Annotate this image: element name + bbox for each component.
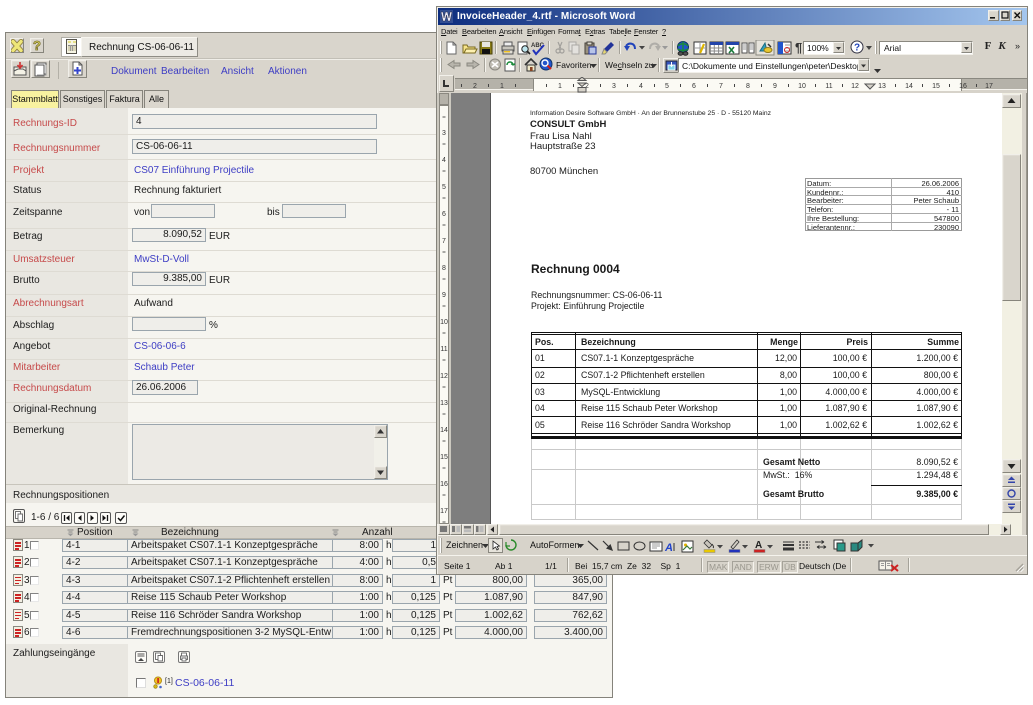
svg-text:A: A bbox=[664, 542, 673, 554]
svg-text:15: 15 bbox=[932, 83, 940, 90]
svg-text:1: 1 bbox=[500, 83, 504, 90]
svg-text:6: 6 bbox=[692, 83, 696, 90]
svg-text:12: 12 bbox=[851, 83, 859, 90]
svg-text:5: 5 bbox=[442, 184, 446, 191]
svg-text:15: 15 bbox=[440, 454, 448, 461]
svg-text:4: 4 bbox=[639, 83, 643, 90]
svg-text:16: 16 bbox=[440, 481, 448, 488]
svg-text:13: 13 bbox=[440, 400, 448, 407]
svg-text:16: 16 bbox=[959, 83, 967, 90]
svg-text:9: 9 bbox=[442, 292, 446, 299]
svg-text:2: 2 bbox=[473, 83, 477, 90]
svg-text:14: 14 bbox=[905, 83, 913, 90]
svg-text:3: 3 bbox=[442, 130, 446, 137]
svg-text:13: 13 bbox=[878, 83, 886, 90]
svg-text:1: 1 bbox=[558, 83, 562, 90]
svg-text:6: 6 bbox=[442, 211, 446, 218]
svg-text:5: 5 bbox=[665, 83, 669, 90]
svg-text:?: ? bbox=[854, 43, 860, 54]
svg-text:14: 14 bbox=[440, 427, 448, 434]
svg-text:12: 12 bbox=[440, 373, 448, 380]
svg-text:¶: ¶ bbox=[795, 40, 802, 55]
svg-text:10: 10 bbox=[440, 319, 448, 326]
svg-text:3: 3 bbox=[612, 83, 616, 90]
svg-text:11: 11 bbox=[825, 83, 832, 90]
svg-text:17: 17 bbox=[440, 508, 448, 515]
svg-text:4: 4 bbox=[442, 157, 446, 164]
svg-text:8: 8 bbox=[746, 83, 750, 90]
svg-text:8: 8 bbox=[442, 265, 446, 272]
svg-text:7: 7 bbox=[719, 83, 723, 90]
svg-text:10: 10 bbox=[798, 83, 806, 90]
svg-text:7: 7 bbox=[442, 238, 446, 245]
svg-text:17: 17 bbox=[985, 83, 993, 90]
svg-text:11: 11 bbox=[440, 346, 447, 353]
svg-text:9: 9 bbox=[773, 83, 777, 90]
